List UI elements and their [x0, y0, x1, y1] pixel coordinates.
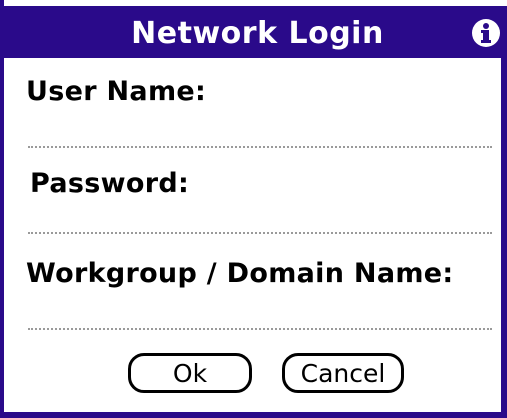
title-bar: Network Login [4, 0, 507, 58]
ok-button[interactable]: Ok [128, 353, 252, 393]
workgroup-domain-input[interactable] [28, 298, 492, 330]
user-name-label: User Name: [26, 76, 207, 107]
info-icon[interactable] [471, 18, 501, 48]
dialog-title: Network Login [131, 16, 384, 51]
password-input[interactable] [28, 202, 492, 234]
cancel-button[interactable]: Cancel [282, 353, 404, 393]
password-label: Password: [30, 168, 190, 199]
workgroup-domain-label: Workgroup / Domain Name: [26, 258, 454, 289]
user-name-input[interactable] [28, 116, 492, 148]
network-login-dialog: Network Login User Name: Password: Workg… [0, 0, 507, 418]
